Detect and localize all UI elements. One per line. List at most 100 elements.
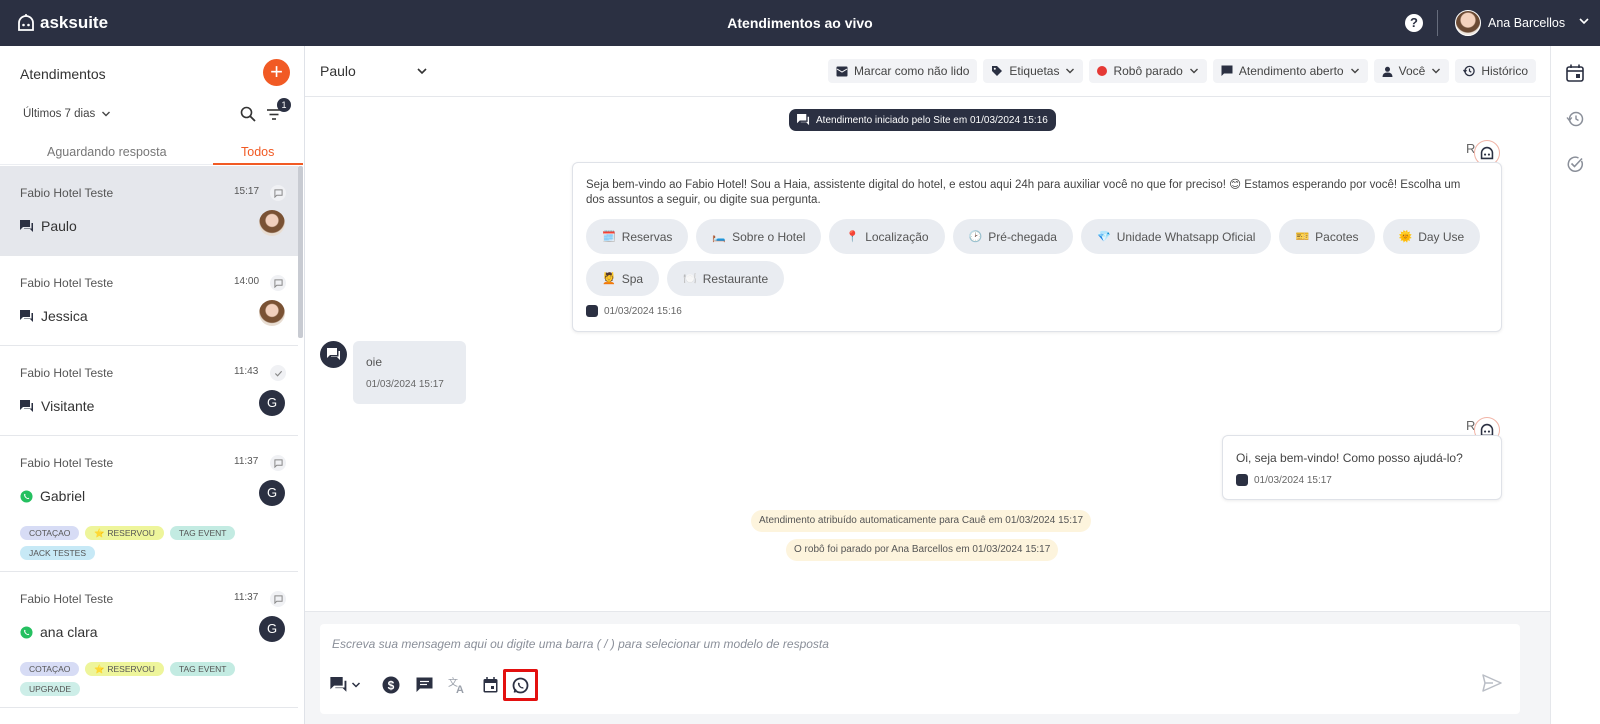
sun-icon: 🌞 bbox=[1398, 231, 1413, 243]
user-message-text: oie bbox=[366, 355, 383, 369]
assignee-dropdown[interactable]: Você bbox=[1373, 59, 1450, 83]
chevron-down-icon bbox=[1432, 68, 1441, 74]
help-icon[interactable]: ? bbox=[1405, 14, 1423, 32]
contact-name: Visitante bbox=[41, 398, 95, 414]
brand-logo[interactable]: asksuite bbox=[16, 13, 108, 33]
top-bar: asksuite Atendimentos ao vivo ? Ana Barc… bbox=[0, 0, 1600, 46]
chat-icon bbox=[20, 219, 33, 232]
quick-reply-button[interactable]: 🍽️ Restaurante bbox=[667, 261, 785, 296]
scrollbar[interactable] bbox=[298, 166, 303, 338]
composer-area: $ 文A bbox=[305, 611, 1550, 724]
conversation-status-dropdown[interactable]: Atendimento aberto bbox=[1212, 59, 1368, 83]
conversation-hotel: Fabio Hotel Teste bbox=[20, 456, 114, 470]
chevron-down-icon bbox=[102, 111, 111, 117]
conversation-status-label: Atendimento aberto bbox=[1238, 64, 1344, 78]
channel-select[interactable] bbox=[330, 672, 368, 698]
quick-reply-label: Localização bbox=[865, 229, 929, 244]
conversation-time: 11:37 bbox=[234, 592, 259, 603]
history-button[interactable]: Histórico bbox=[1455, 59, 1536, 83]
unread-status-icon bbox=[270, 591, 286, 607]
calendar-icon[interactable] bbox=[1566, 64, 1584, 82]
whatsapp-template-button[interactable] bbox=[503, 669, 538, 701]
chevron-down-icon bbox=[351, 682, 361, 688]
message-timestamp: 01/03/2024 15:17 bbox=[1236, 474, 1332, 486]
message-input[interactable] bbox=[332, 634, 1492, 654]
quick-reply-button[interactable]: 💆 Spa bbox=[586, 261, 660, 296]
check-circle-icon[interactable] bbox=[1566, 155, 1584, 173]
robot-logo-icon bbox=[18, 14, 34, 31]
send-icon[interactable] bbox=[1482, 674, 1502, 692]
message-icon bbox=[416, 677, 432, 692]
tags-dropdown[interactable]: Etiquetas bbox=[983, 59, 1084, 83]
add-conversation-button[interactable]: + bbox=[263, 59, 290, 86]
quick-reply-button[interactable]: 🕑 Pré-chegada bbox=[952, 219, 1073, 254]
contact-name: Jessica bbox=[41, 308, 88, 324]
pin-icon: 📍 bbox=[845, 231, 860, 243]
robot-status-dropdown[interactable]: Robô parado bbox=[1089, 59, 1207, 83]
chat-icon bbox=[330, 677, 347, 692]
quick-reply-label: Spa bbox=[621, 271, 644, 286]
avatar: G bbox=[259, 390, 285, 416]
avatar: G bbox=[259, 480, 285, 506]
assignee-label: Você bbox=[1398, 64, 1426, 78]
tab-all[interactable]: Todos bbox=[241, 145, 274, 159]
contact-select[interactable]: Paulo bbox=[320, 63, 428, 79]
quick-reply-button[interactable]: 🌞 Day Use bbox=[1382, 219, 1481, 254]
conversation-time: 11:37 bbox=[234, 456, 259, 467]
message-timestamp: 01/03/2024 15:16 bbox=[586, 305, 682, 317]
quick-reply-button[interactable]: 🛏️ Sobre o Hotel bbox=[696, 219, 822, 254]
conversation-contact: Gabriel bbox=[20, 488, 85, 504]
quick-reply-button[interactable]: 🎫 Pacotes bbox=[1279, 219, 1375, 254]
tags-label: Etiquetas bbox=[1009, 64, 1060, 78]
sidebar-title: Atendimentos bbox=[20, 66, 106, 82]
conversation-contact: Jessica bbox=[20, 308, 88, 324]
history-icon[interactable] bbox=[1566, 110, 1584, 128]
quick-replies: 🗓️ Reservas 🛏️ Sobre o Hotel 📍 Localização … bbox=[586, 219, 1486, 296]
robot-stopped-icon bbox=[1097, 66, 1108, 76]
svg-text:A: A bbox=[456, 684, 464, 694]
quick-reply-button[interactable]: 💎 Unidade Whatsapp Oficial bbox=[1080, 219, 1272, 254]
quick-reply-button[interactable]: 📍 Localização bbox=[829, 219, 945, 254]
chevron-down-icon[interactable] bbox=[1578, 15, 1590, 27]
conversation-item[interactable]: Fabio Hotel Teste 11:43 Visitante G bbox=[0, 346, 298, 436]
svg-text:$: $ bbox=[388, 678, 395, 692]
tag: ⭐ RESERVOU bbox=[85, 526, 164, 540]
conversation-item[interactable]: Fabio Hotel Teste 14:00 Jessica bbox=[0, 256, 298, 346]
right-rail bbox=[1550, 46, 1600, 724]
payment-button[interactable]: $ bbox=[378, 672, 404, 698]
translate-button[interactable]: 文A bbox=[444, 672, 470, 698]
brand-name: asksuite bbox=[40, 13, 109, 32]
avatar bbox=[259, 210, 285, 236]
conversation-item[interactable]: Fabio Hotel Teste 15:17 Paulo bbox=[0, 166, 298, 256]
period-select[interactable]: Últimos 7 dias bbox=[23, 108, 111, 120]
schedule-button[interactable] bbox=[477, 672, 503, 698]
unread-status-icon bbox=[270, 455, 286, 471]
tab-waiting[interactable]: Aguardando resposta bbox=[47, 145, 167, 159]
conversation-time: 14:00 bbox=[234, 276, 260, 287]
conversation-item[interactable]: Fabio Hotel Teste 11:37 ana clara G COTA… bbox=[0, 572, 298, 708]
clock-icon: 🕑 bbox=[968, 231, 983, 243]
bed-icon: 🛏️ bbox=[712, 231, 727, 243]
chat-icon bbox=[797, 114, 810, 126]
tag: COTAÇAO bbox=[20, 662, 80, 676]
chat-actions: Marcar como não lido Etiquetas Robô para… bbox=[828, 59, 1536, 83]
mark-unread-button[interactable]: Marcar como não lido bbox=[828, 59, 978, 83]
chat-header: Paulo Marcar como não lido Etiquetas Rob… bbox=[305, 46, 1550, 97]
user-menu[interactable]: Ana Barcellos bbox=[1455, 10, 1565, 36]
tag-list: COTAÇAO ⭐ RESERVOU TAG EVENT UPGRADE bbox=[20, 662, 290, 696]
tag: COTAÇAO bbox=[20, 526, 80, 540]
quick-reply-label: Reservas bbox=[621, 229, 673, 244]
bot-icon bbox=[586, 305, 598, 317]
quick-reply-button[interactable]: 🗓️ Reservas bbox=[586, 219, 689, 254]
quick-message-button[interactable] bbox=[411, 672, 437, 698]
conversation-item[interactable]: Fabio Hotel Teste 11:37 Gabriel G COTAÇA… bbox=[0, 436, 298, 572]
ticket-icon: 🎫 bbox=[1295, 231, 1310, 243]
chat-icon bbox=[20, 309, 33, 322]
history-label: Histórico bbox=[1481, 64, 1528, 78]
user-avatar-icon bbox=[320, 341, 347, 368]
whatsapp-icon bbox=[20, 489, 33, 503]
contact-name: Paulo bbox=[41, 218, 77, 234]
message-timestamp: 01/03/2024 15:17 bbox=[366, 379, 444, 390]
search-icon[interactable] bbox=[240, 106, 256, 122]
conversation-hotel: Fabio Hotel Teste bbox=[20, 592, 114, 606]
